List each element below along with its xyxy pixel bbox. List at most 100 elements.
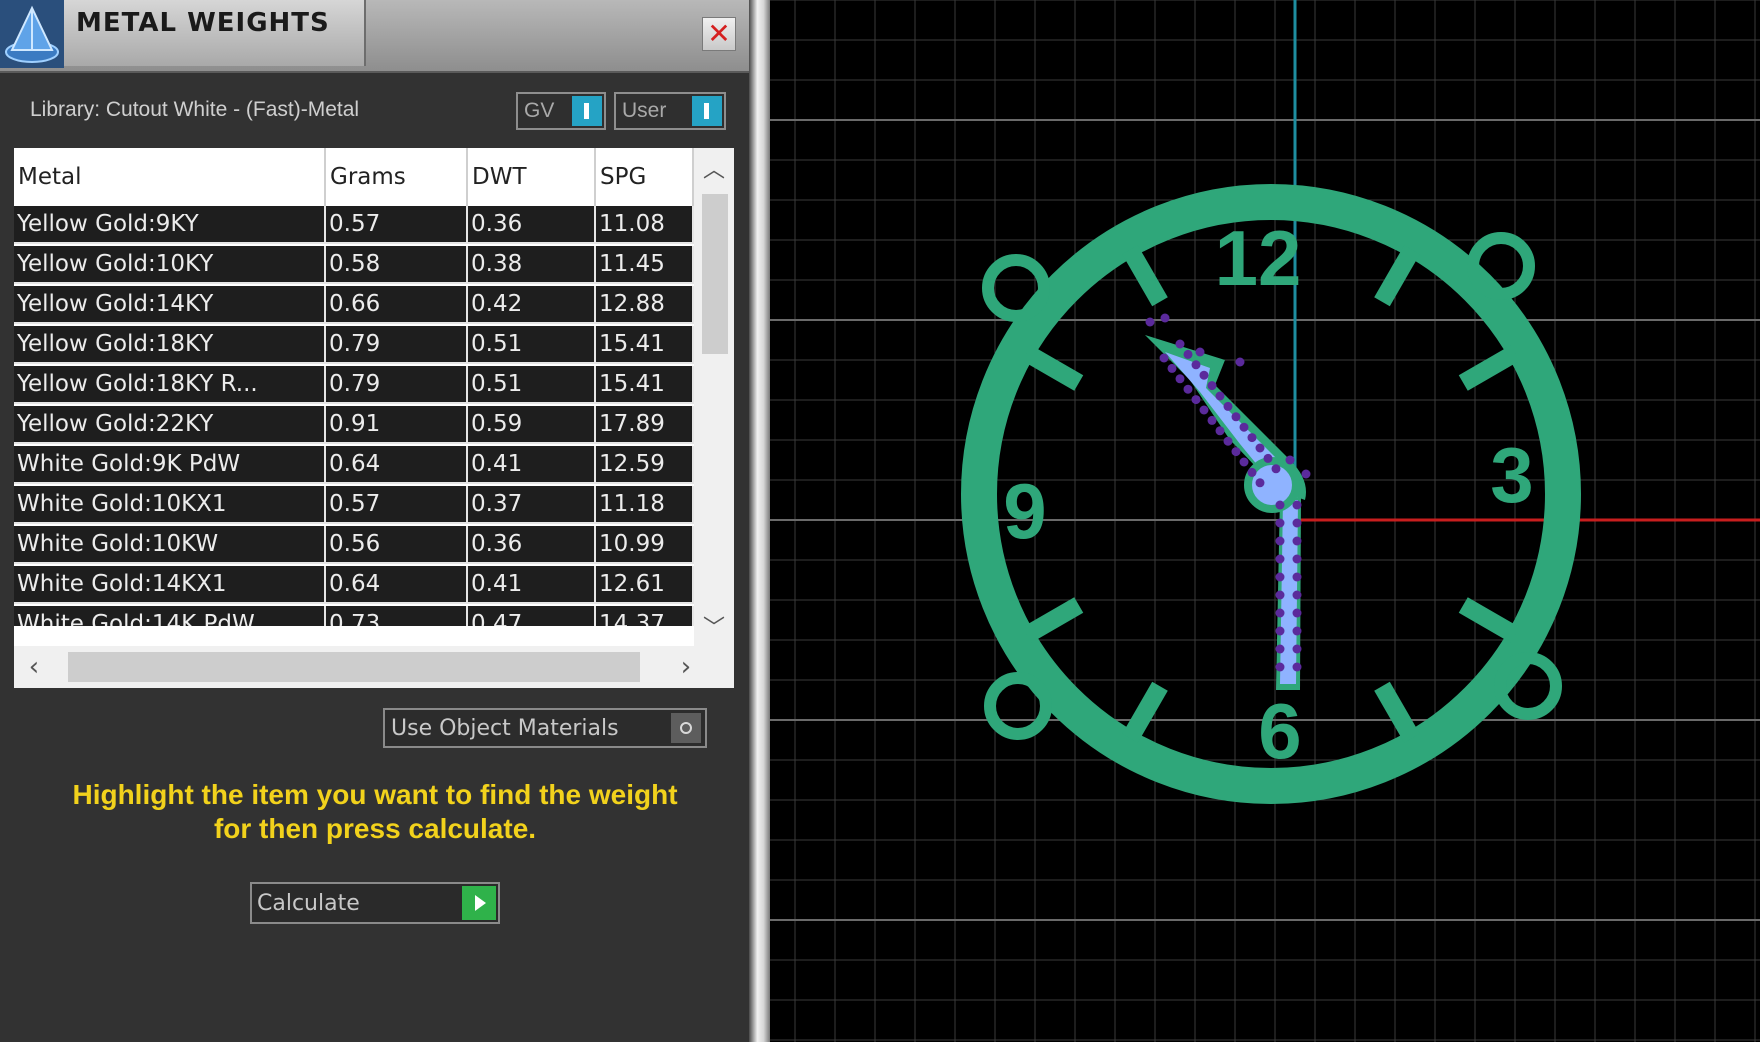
column-header-spg[interactable]: SPG <box>596 148 694 206</box>
metal-table[interactable]: Metal Grams DWT SPG Yellow Gold:9KY 0.57 0… <box>14 148 734 688</box>
table-row[interactable]: Yellow Gold:18KY R... 0.79 0.51 15.41 <box>14 366 694 406</box>
instruction-text: Highlight the item you want to find the … <box>30 778 720 846</box>
toggle-on-icon <box>572 96 602 126</box>
gem-dot <box>1271 464 1281 474</box>
spg-cell: 12.59 <box>596 446 694 484</box>
vertical-scroll-thumb[interactable] <box>702 194 728 354</box>
clock-loop-top-right <box>1467 232 1535 300</box>
gem-dot <box>1191 360 1201 370</box>
calculate-button[interactable]: Calculate <box>250 882 500 924</box>
app-logo-icon <box>0 0 64 68</box>
table-row[interactable]: White Gold:10KX1 0.57 0.37 11.18 <box>14 486 694 526</box>
horizontal-scroll-thumb[interactable] <box>68 652 640 682</box>
table-row[interactable]: Yellow Gold:18KY 0.79 0.51 15.41 <box>14 326 694 366</box>
table-row[interactable]: White Gold:14K PdW 0.73 0.47 14.37 <box>14 606 694 626</box>
dwt-cell: 0.38 <box>468 246 596 284</box>
metal-cell: Yellow Gold:14KY <box>14 286 326 324</box>
gem-dot <box>1160 313 1170 323</box>
metal-cell: White Gold:14K PdW <box>14 606 326 626</box>
clock-tick <box>1458 345 1520 391</box>
chevron-right-icon[interactable]: › <box>666 646 706 688</box>
numeral-12: 12 <box>1215 214 1302 302</box>
table-row[interactable]: White Gold:10KW 0.56 0.36 10.99 <box>14 526 694 566</box>
play-icon <box>462 886 496 920</box>
table-row[interactable]: Yellow Gold:22KY 0.91 0.59 17.89 <box>14 406 694 446</box>
column-header-dwt[interactable]: DWT <box>468 148 596 206</box>
dwt-cell: 0.37 <box>468 486 596 524</box>
instruction-line-1: Highlight the item you want to find the … <box>72 779 678 810</box>
use-object-materials-toggle[interactable]: Use Object Materials <box>383 708 707 748</box>
gem-dot <box>1199 370 1209 380</box>
spg-cell: 11.45 <box>596 246 694 284</box>
gem-dot <box>1275 554 1285 564</box>
clock-loop-bottom-left <box>984 672 1052 740</box>
gem-dot <box>1215 391 1225 401</box>
gem-dot <box>1235 357 1245 367</box>
grams-cell: 0.66 <box>326 286 468 324</box>
table-header: Metal Grams DWT SPG <box>14 148 694 206</box>
user-toggle[interactable]: User <box>614 92 726 130</box>
gem-dot <box>1167 363 1177 373</box>
gem-dot <box>1292 662 1302 672</box>
horizontal-scrollbar[interactable]: ‹ › <box>14 646 734 688</box>
gem-dot <box>1175 339 1185 349</box>
grams-cell: 0.57 <box>326 206 468 244</box>
dwt-cell: 0.51 <box>468 326 596 364</box>
window-title: METAL WEIGHTS <box>76 8 330 38</box>
column-header-grams[interactable]: Grams <box>326 148 468 206</box>
gem-dot <box>1275 572 1285 582</box>
library-label: Library: Cutout White - (Fast)-Metal <box>30 98 360 121</box>
table-row[interactable]: Yellow Gold:14KY 0.66 0.42 12.88 <box>14 286 694 326</box>
close-icon: ✕ <box>707 17 731 50</box>
gem-dot <box>1301 469 1311 479</box>
gem-dot <box>1275 590 1285 600</box>
dwt-cell: 0.42 <box>468 286 596 324</box>
column-header-metal[interactable]: Metal <box>14 148 326 206</box>
dwt-cell: 0.41 <box>468 446 596 484</box>
gem-dot <box>1247 433 1257 443</box>
3d-viewport[interactable]: 12 3 6 9 <box>770 0 1760 1042</box>
gv-toggle[interactable]: GV <box>516 92 606 130</box>
table-row[interactable]: Yellow Gold:10KY 0.58 0.38 11.45 <box>14 246 694 286</box>
metal-cell: Yellow Gold:18KY R... <box>14 366 326 404</box>
table-row[interactable]: White Gold:14KX1 0.64 0.41 12.61 <box>14 566 694 606</box>
gem-dot <box>1275 608 1285 618</box>
grams-cell: 0.64 <box>326 446 468 484</box>
metal-cell: White Gold:10KX1 <box>14 486 326 524</box>
table-row[interactable]: Yellow Gold:9KY 0.57 0.36 11.08 <box>14 206 694 246</box>
gem-dot <box>1275 662 1285 672</box>
spg-cell: 11.18 <box>596 486 694 524</box>
metal-cell: White Gold:10KW <box>14 526 326 564</box>
chevron-left-icon[interactable]: ‹ <box>14 646 54 688</box>
radio-off-icon <box>671 713 701 743</box>
dwt-cell: 0.41 <box>468 566 596 604</box>
gem-dot <box>1292 554 1302 564</box>
metal-cell: White Gold:14KX1 <box>14 566 326 604</box>
gem-dot <box>1247 467 1257 477</box>
panel-splitter[interactable] <box>749 0 770 1042</box>
gem-dot <box>1263 453 1273 463</box>
gem-dot <box>1223 401 1233 411</box>
table-row[interactable]: White Gold:9K PdW 0.64 0.41 12.59 <box>14 446 694 486</box>
gem-dot <box>1183 384 1193 394</box>
numeral-6: 6 <box>1258 687 1301 775</box>
vertical-scrollbar[interactable]: ︿ ﹀ <box>694 148 734 646</box>
chevron-up-icon[interactable]: ︿ <box>694 148 734 188</box>
spg-cell: 15.41 <box>596 326 694 364</box>
gem-dot <box>1292 590 1302 600</box>
spg-cell: 17.89 <box>596 406 694 444</box>
grams-cell: 0.58 <box>326 246 468 284</box>
title-bar[interactable]: METAL WEIGHTS ✕ <box>0 0 749 73</box>
grams-cell: 0.91 <box>326 406 468 444</box>
gem-dot <box>1292 518 1302 528</box>
clock-tick <box>1374 245 1420 307</box>
close-button[interactable]: ✕ <box>702 17 736 51</box>
gem-dot <box>1275 536 1285 546</box>
metal-weights-panel: METAL WEIGHTS ✕ Library: Cutout White - … <box>0 0 749 1042</box>
chevron-down-icon[interactable]: ﹀ <box>694 606 734 646</box>
gem-dot <box>1191 395 1201 405</box>
grams-cell: 0.56 <box>326 526 468 564</box>
grams-cell: 0.64 <box>326 566 468 604</box>
table-body: Yellow Gold:9KY 0.57 0.36 11.08 Yellow Gold… <box>14 206 694 626</box>
dwt-cell: 0.51 <box>468 366 596 404</box>
